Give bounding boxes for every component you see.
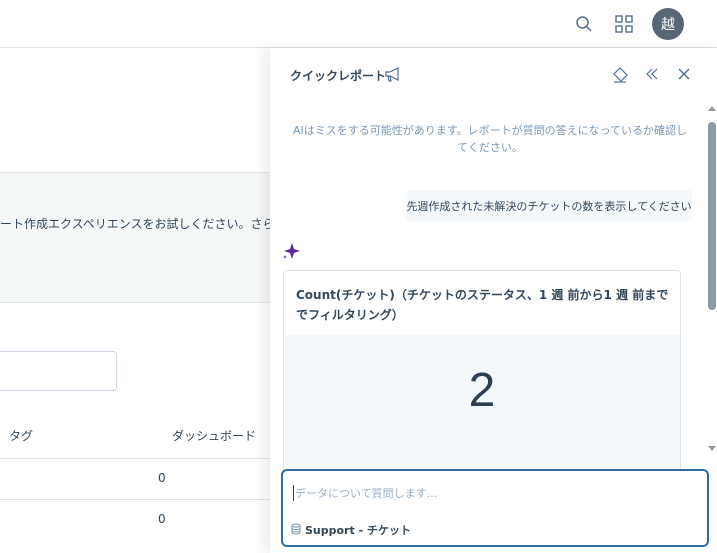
scroll-up-arrow-icon[interactable] bbox=[708, 106, 716, 111]
report-value: 2 bbox=[468, 364, 496, 417]
table-cell-dashboards: 0 bbox=[158, 512, 166, 526]
database-icon bbox=[291, 523, 301, 538]
ai-sparkle-icon bbox=[282, 242, 300, 263]
top-bar: 越 bbox=[0, 0, 717, 48]
megaphone-icon[interactable] bbox=[384, 65, 402, 86]
table-cell-dashboards: 0 bbox=[158, 471, 166, 485]
divider bbox=[0, 458, 300, 459]
search-input[interactable] bbox=[0, 351, 117, 391]
scrollbar[interactable] bbox=[707, 106, 717, 458]
close-icon[interactable] bbox=[676, 66, 692, 85]
collapse-chevrons-icon[interactable] bbox=[644, 66, 660, 85]
report-title: Count(チケット)（チケットのステータス、1 週 前から1 週 前まででフィ… bbox=[296, 288, 669, 322]
question-input[interactable]: データについて質問します... Support - チケット bbox=[281, 469, 709, 547]
eraser-icon[interactable] bbox=[611, 66, 629, 87]
grid-icon[interactable] bbox=[612, 12, 636, 36]
info-banner bbox=[0, 172, 298, 303]
banner-text: ート作成エクスペリエンスをお試しください。さらなる引 bbox=[0, 217, 311, 231]
data-source-label: Support - チケット bbox=[305, 524, 411, 537]
quick-report-panel: クイックレポート AIはミスをする可能性があります。レポートが質問の答えになって… bbox=[270, 48, 717, 553]
scroll-down-arrow-icon[interactable] bbox=[708, 446, 716, 451]
question-placeholder[interactable]: データについて質問します... bbox=[293, 485, 437, 501]
divider bbox=[0, 499, 300, 500]
column-header-dashboards[interactable]: ダッシュボード bbox=[172, 427, 256, 444]
search-icon[interactable] bbox=[572, 12, 596, 36]
ai-disclaimer: AIはミスをする可能性があります。レポートが質問の答えになっているか確認してくだ… bbox=[292, 124, 688, 154]
panel-title: クイックレポート bbox=[290, 69, 387, 83]
user-message: 先週作成された未解決のチケットの数を表示してください bbox=[406, 190, 692, 221]
column-header-tags[interactable]: タグ bbox=[9, 427, 33, 444]
scrollbar-thumb[interactable] bbox=[708, 122, 716, 310]
avatar[interactable]: 越 bbox=[652, 8, 684, 40]
data-source[interactable]: Support - チケット bbox=[291, 522, 411, 538]
